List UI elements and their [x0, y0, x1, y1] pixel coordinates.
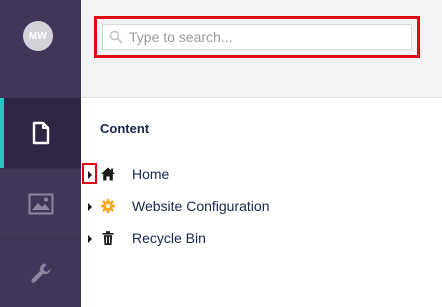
expand-toggle-recycle-bin[interactable]	[82, 227, 97, 248]
tree-node-home[interactable]: Home	[81, 161, 442, 187]
rail-item-media[interactable]	[0, 168, 81, 238]
avatar[interactable]: MW	[23, 21, 53, 51]
caret-right-icon	[88, 171, 92, 179]
active-indicator	[0, 98, 4, 168]
tree-node-website-configuration[interactable]: Website Configuration	[81, 193, 442, 219]
section-rail: MW	[0, 0, 81, 307]
tree-node-label: Recycle Bin	[132, 230, 206, 246]
search-field[interactable]	[102, 24, 412, 50]
tree-section-title: Content	[100, 121, 150, 136]
home-icon	[101, 167, 115, 181]
rail-header: MW	[0, 0, 81, 98]
rail-item-settings[interactable]	[0, 238, 81, 307]
search-input[interactable]	[129, 29, 399, 45]
search-icon	[109, 30, 123, 44]
image-icon	[28, 193, 53, 214]
gear-icon	[100, 198, 116, 214]
search-highlight	[94, 16, 420, 58]
wrench-icon	[30, 263, 50, 283]
trash-icon	[102, 231, 114, 245]
tree-node-label: Website Configuration	[132, 198, 270, 214]
caret-right-icon	[88, 235, 92, 243]
rail-item-content[interactable]	[0, 98, 81, 168]
tree-node-recycle-bin[interactable]: Recycle Bin	[81, 225, 442, 251]
avatar-initials: MW	[28, 30, 48, 42]
expand-toggle-website-configuration[interactable]	[82, 195, 97, 216]
tree-node-label: Home	[132, 166, 170, 182]
document-icon	[32, 121, 49, 145]
expand-toggle-home[interactable]	[82, 163, 97, 184]
caret-right-icon	[88, 203, 92, 211]
search-header	[81, 0, 442, 98]
content-tree-panel: Content Home	[81, 0, 442, 307]
